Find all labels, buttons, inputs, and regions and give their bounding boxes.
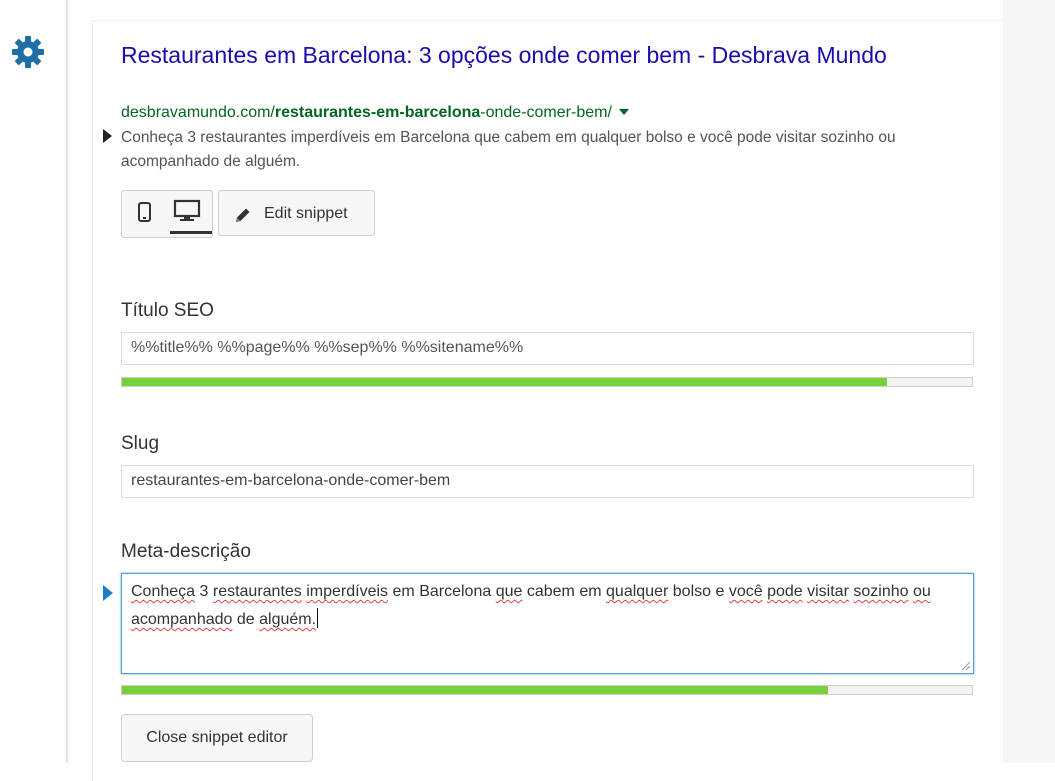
meta-word: imperdíveis [306,583,389,600]
meta-word: em [392,583,415,600]
right-gutter [1003,0,1055,763]
meta-word: de [236,611,255,628]
mobile-icon [138,202,151,222]
slug-input[interactable]: restaurantes-em-barcelona-onde-comer-bem [121,465,974,498]
meta-description-text: Conheça 3 restaurantes imperdíveis em Ba… [131,583,931,628]
resize-handle-icon[interactable] [960,660,970,670]
slug-label: Slug [121,433,160,454]
meta-word: em [579,583,602,600]
meta-word: 3 [199,583,209,600]
seo-title-input[interactable]: %%title%% %%page%% %%sep%% %%sitename%% [121,332,974,365]
meta-word: Barcelona [419,583,492,600]
meta-word: que [495,583,523,600]
edit-snippet-button[interactable]: Edit snippet [218,190,375,236]
url-dropdown-icon [618,109,629,115]
meta-word: acompanhado [131,611,233,628]
meta-description-progress [121,685,973,695]
meta-word: visitar [807,583,849,600]
meta-word: alguém. [259,611,317,628]
device-toggle-group [121,190,213,238]
seo-title-label: Título SEO [121,300,214,321]
snippet-preview-title[interactable]: Restaurantes em Barcelona: 3 opções onde… [121,40,941,70]
left-divider [66,0,68,763]
meta-word: sozinho [853,583,909,600]
close-snippet-editor-button[interactable]: Close snippet editor [121,714,313,762]
meta-word: você [728,583,763,600]
meta-word: bolso [672,583,712,600]
pencil-icon [236,208,250,222]
meta-description-marker-icon [103,585,113,601]
seo-title-progress [121,377,973,387]
url-suffix: -onde-comer-bem/ [480,104,612,121]
url-domain: desbravamundo.com/ [121,104,275,121]
edit-snippet-label: Edit snippet [264,205,348,222]
url-slug-highlight: restaurantes-em-barcelona [274,104,481,121]
meta-description-label: Meta-descrição [121,541,251,562]
meta-description-progress-fill [122,686,828,694]
gear-icon[interactable] [8,32,48,72]
description-marker-icon [103,129,112,143]
meta-word: Conheça [131,583,196,600]
meta-word: restaurantes [212,583,302,600]
meta-word: e [715,583,725,600]
mobile-preview-button[interactable] [122,191,166,237]
meta-description-textarea[interactable]: Conheça 3 restaurantes imperdíveis em Ba… [121,573,974,674]
meta-word: qualquer [606,583,669,600]
meta-word: cabem [526,583,575,600]
meta-word: ou [912,583,931,600]
snippet-preview-description: Conheça 3 restaurantes imperdíveis em Ba… [121,129,896,170]
text-cursor [317,608,319,628]
snippet-preview-url: desbravamundo.com/restaurantes-em-barcel… [121,103,629,123]
active-view-indicator [170,231,212,234]
meta-word: pode [767,583,803,600]
seo-title-progress-fill [122,378,887,386]
